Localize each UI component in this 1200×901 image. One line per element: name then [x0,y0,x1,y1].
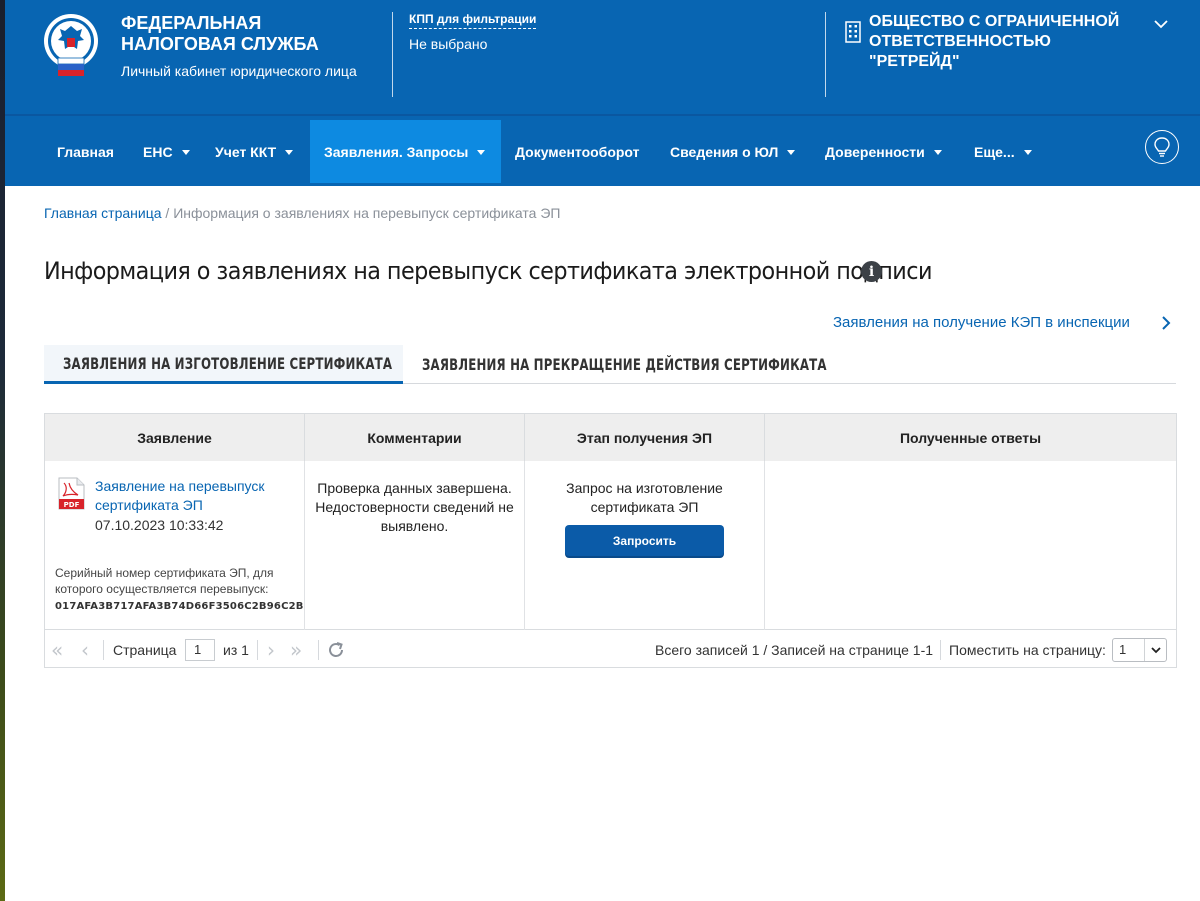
page-title: Информация о заявлениях на перевыпуск се… [44,257,932,285]
column-header: Этап получения ЭП [525,414,765,461]
page-count-label: из 1 [223,642,249,658]
breadcrumb-home-link[interactable]: Главная страница [44,205,162,221]
brand-subtitle: Личный кабинет юридического лица [121,63,357,79]
table-row: PDF Заявление на перевыпуск сертификата … [45,461,1176,630]
chevron-down-icon [1144,639,1166,661]
caret-down-icon [1023,149,1032,155]
caret-down-icon [933,149,942,155]
brand-title[interactable]: ФЕДЕРАЛЬНАЯ НАЛОГОВАЯ СЛУЖБА [121,13,361,55]
organization-name[interactable]: ОБЩЕСТВО С ОГРАНИЧЕННОЙ ОТВЕТСТВЕННОСТЬЮ… [869,12,1144,72]
header-divider [392,12,393,97]
application-date: 07.10.2023 10:33:42 [95,517,224,533]
refresh-icon[interactable] [327,641,345,659]
nav-item-kkt[interactable]: Учет ККТ [201,120,307,183]
chevron-down-icon[interactable] [1153,16,1169,32]
per-page-label: Поместить на страницу: [949,642,1106,658]
pager-divider [257,640,258,660]
column-header: Заявление [45,414,305,461]
comment-text: Проверка данных завершена. Недостовернос… [315,480,514,534]
tab-certificate-issuance[interactable]: ЗАЯВЛЕНИЯ НА ИЗГОТОВЛЕНИЕ СЕРТИФИКАТА [44,345,403,384]
window-edge [0,0,5,901]
first-page-icon[interactable]: « [51,640,63,660]
serial-number-value: 017AFA3B717AFA3B74D66F3506C2B96C2B [55,601,304,612]
application-link[interactable]: Заявление на перевыпуск сертификата ЭП [95,477,295,515]
tab-certificate-revocation[interactable]: ЗАЯВЛЕНИЯ НА ПРЕКРАЩЕНИЕ ДЕЙСТВИЯ СЕРТИФ… [403,345,863,384]
main-nav: Главная ЕНС Учет ККТ Заявления. Запросы … [0,114,1200,186]
caret-down-icon [787,149,796,155]
info-icon[interactable]: i [861,261,882,282]
stage-cell: Запрос на изготовление сертификата ЭП За… [525,461,765,630]
nav-item-more[interactable]: Еще... [960,120,1046,183]
prev-page-icon[interactable]: ‹ [81,640,89,660]
caret-down-icon [285,149,294,155]
building-icon [845,21,861,43]
pdf-file-icon[interactable]: PDF [58,477,85,510]
per-page-select[interactable]: 1 [1112,638,1167,662]
column-header: Полученные ответы [899,429,1042,446]
nav-item-home[interactable]: Главная [43,120,128,183]
nav-item-power-of-attorney[interactable]: Доверенности [811,120,956,183]
serial-number-label: Серийный номер сертификата ЭП, для котор… [55,566,274,596]
kep-applications-link[interactable]: Заявления на получение КЭП в инспекции [833,314,1130,331]
lightbulb-icon[interactable] [1145,130,1179,164]
nav-item-ens[interactable]: ЕНС [129,120,204,183]
page-number-input[interactable]: 1 [185,639,215,661]
pager-divider [940,640,941,660]
answers-cell [765,461,1176,630]
tabs: ЗАЯВЛЕНИЯ НА ИЗГОТОВЛЕНИЕ СЕРТИФИКАТА ЗА… [44,345,1176,384]
caret-down-icon [181,149,190,155]
breadcrumb-current: Информация о заявлениях на перевыпуск се… [173,205,561,221]
records-summary: Всего записей 1 / Записей на странице 1-… [655,642,934,658]
request-button[interactable]: Запросить [565,525,724,556]
svg-text:PDF: PDF [64,501,80,509]
kpp-filter-label[interactable]: КПП для фильтрации [409,12,537,29]
site-header: ФЕДЕРАЛЬНАЯ НАЛОГОВАЯ СЛУЖБА Личный каби… [0,0,1200,114]
pager-divider [103,640,104,660]
chevron-right-icon[interactable] [1159,315,1173,331]
next-page-icon[interactable]: › [267,640,275,660]
nav-item-documents[interactable]: Документооборот [501,120,654,183]
page-label: Страница [113,642,177,658]
pager-divider [318,640,319,660]
last-page-icon[interactable]: » [290,640,302,660]
kpp-filter-value[interactable]: Не выбрано [409,36,487,52]
comment-cell: Проверка данных завершена. Недостовернос… [305,461,525,630]
fns-emblem-icon [44,14,98,76]
pagination-bar: « ‹ Страница 1 из 1 › » Всего записей 1 … [45,631,1176,667]
nav-item-company-info[interactable]: Сведения о ЮЛ [656,120,809,183]
applications-table: Заявление Комментарии Этап получения ЭП … [44,413,1177,668]
header-divider-2 [825,12,826,97]
nav-item-applications[interactable]: Заявления. Запросы [310,120,501,183]
column-header: Комментарии [305,414,525,461]
breadcrumb: Главная страница / Информация о заявлени… [44,205,561,221]
caret-down-icon [477,149,486,155]
application-cell: PDF Заявление на перевыпуск сертификата … [45,461,305,630]
table-header: Заявление Комментарии Этап получения ЭП … [45,414,1176,461]
stage-text: Запрос на изготовление сертификата ЭП [566,480,723,515]
